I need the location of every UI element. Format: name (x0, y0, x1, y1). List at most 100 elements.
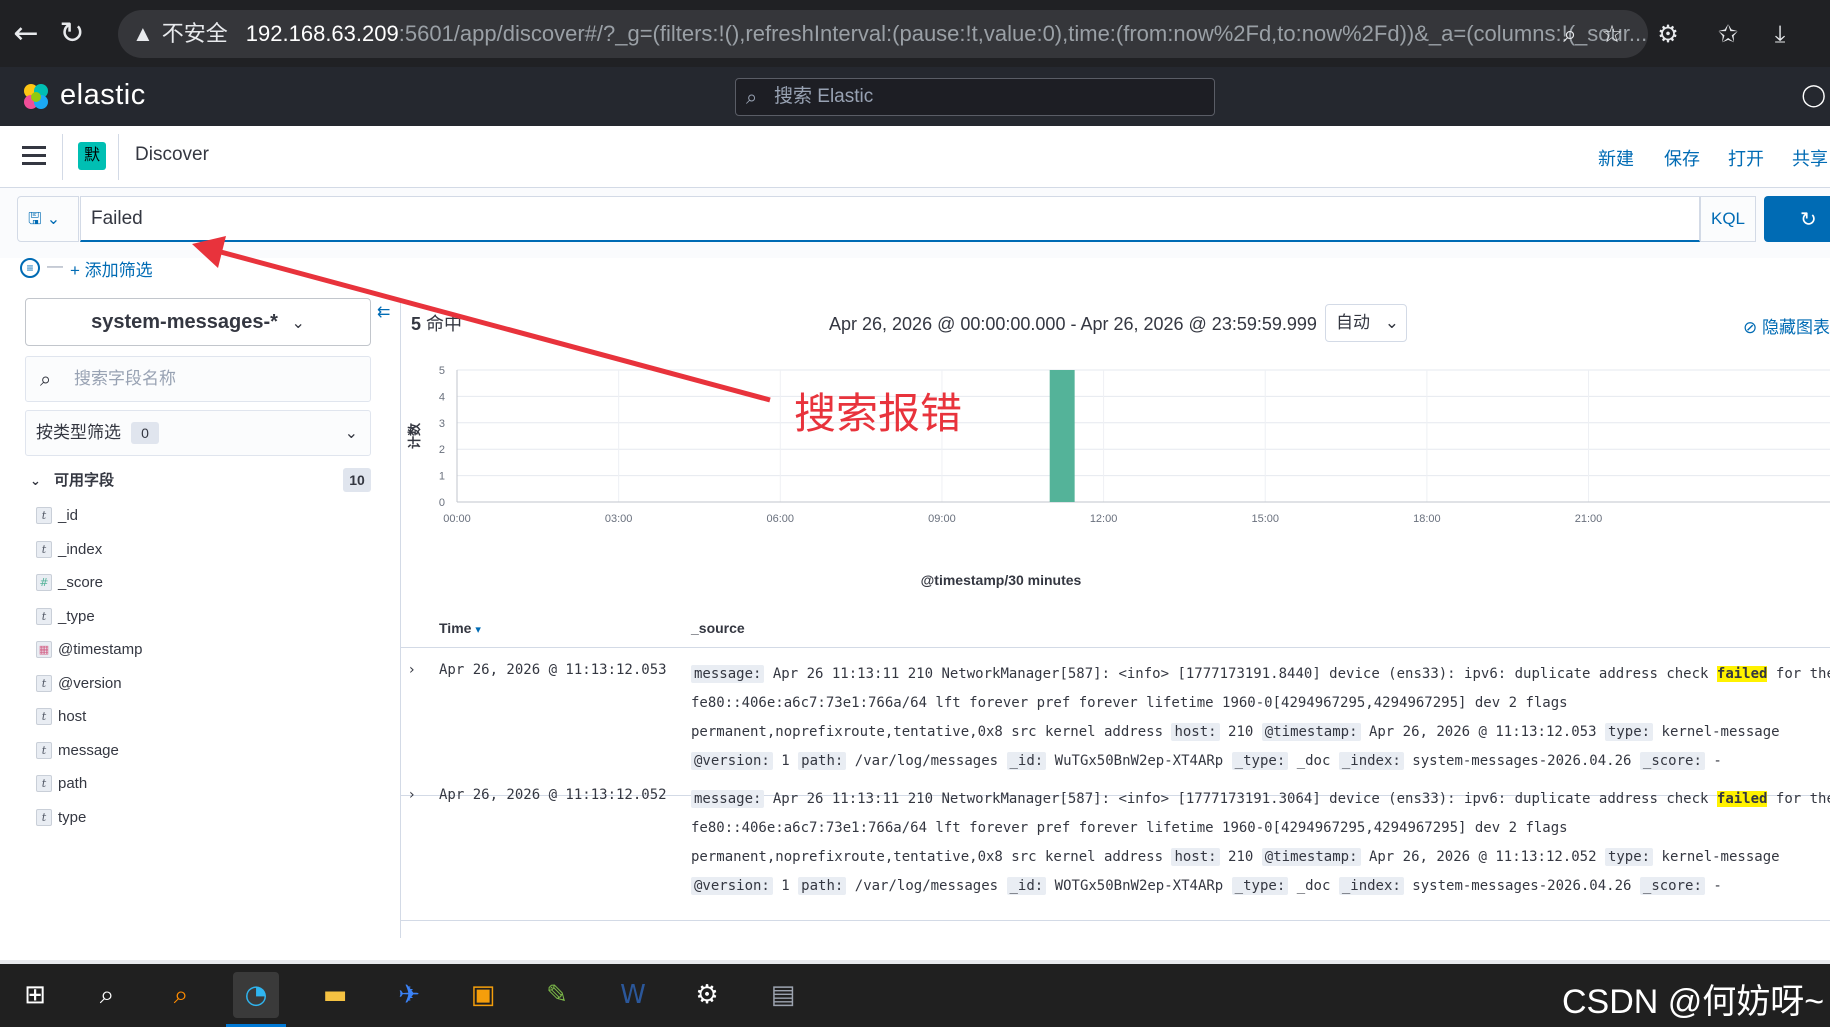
source-key: message: (691, 790, 765, 808)
source-value: Apr 26 11:13:11 210 NetworkManager[587]:… (772, 791, 1717, 807)
menu-hamburger-icon[interactable] (22, 146, 46, 166)
field-item[interactable]: # _score (36, 566, 366, 600)
address-bar[interactable]: ▲ 不安全 192.168.63.209:5601/app/discover#/?_… (118, 10, 1648, 58)
chevron-down-icon: ⌄ (30, 474, 41, 489)
extensions-puzzle-icon[interactable]: ⚙ (1648, 10, 1688, 58)
kql-language-toggle[interactable]: KQL (1700, 196, 1756, 242)
windows-start-icon[interactable]: ⊞ (12, 972, 58, 1018)
elastic-logo-icon[interactable] (20, 81, 52, 113)
word-icon[interactable]: W (610, 972, 656, 1018)
y-axis-label: 计数 (407, 422, 423, 449)
csdn-watermark: CSDN @何妨呀~ (1562, 983, 1825, 1021)
add-filter-button[interactable]: + 添加筛选 (70, 256, 153, 281)
histogram-bar (1049, 370, 1075, 502)
share-button[interactable]: 共享 (1792, 145, 1828, 171)
settings-gear-icon[interactable]: ⚙ (684, 972, 730, 1018)
zoom-icon[interactable]: ⌕ (1550, 10, 1590, 58)
terminal-icon[interactable]: ▤ (760, 972, 806, 1018)
filter-options-icon[interactable]: ≡ (20, 258, 40, 278)
source-value: _doc (1296, 878, 1331, 894)
source-line: message: Apr 26 11:13:11 210 NetworkMana… (691, 660, 1830, 689)
source-value: /var/log/messages (854, 753, 999, 769)
favorites-icon[interactable]: ✩ (1708, 10, 1748, 58)
y-tick-label: 0 (439, 497, 445, 509)
bookmark-star-icon[interactable]: ☆ (1592, 10, 1632, 58)
index-pattern-select[interactable]: system-messages-* ⌄ (25, 298, 371, 346)
hit-count-value: 5 (411, 314, 422, 334)
source-key: host: (1171, 848, 1220, 866)
search-icon: ⌕ (40, 367, 52, 391)
divider (62, 134, 63, 180)
field-name: message (58, 741, 119, 759)
chevron-down-icon: ⌄ (291, 313, 305, 332)
source-key: @timestamp: (1261, 848, 1361, 866)
hide-chart-label: 隐藏图表 (1762, 318, 1830, 337)
x-tick-label: 15:00 (1251, 513, 1279, 525)
field-name: _type (58, 607, 95, 625)
new-button[interactable]: 新建 (1598, 145, 1634, 171)
open-button[interactable]: 打开 (1728, 145, 1764, 171)
global-search-input[interactable]: ⌕ 搜索 Elastic (735, 78, 1215, 116)
source-key: @timestamp: (1261, 723, 1361, 741)
collapse-sidebar-icon[interactable]: ⇇ (377, 302, 390, 321)
refresh-button[interactable]: ↻ (1764, 196, 1830, 242)
screenshot-tool-icon[interactable]: ▣ (460, 972, 506, 1018)
save-button[interactable]: 保存 (1664, 145, 1700, 171)
expand-row-icon[interactable]: › (409, 787, 415, 803)
source-line: fe80::406e:a6c7:73e1:766a/64 lft forever… (691, 695, 1568, 711)
source-key: _score: (1639, 752, 1705, 770)
column-time-header[interactable]: Time ▾ (439, 620, 481, 636)
field-item[interactable]: t type (36, 801, 366, 835)
global-search-placeholder: 搜索 Elastic (774, 86, 874, 107)
everything-search-icon[interactable]: ⌕ (158, 972, 204, 1018)
feishu-icon[interactable]: ✈ (386, 972, 432, 1018)
back-arrow-icon[interactable]: ← (6, 14, 46, 54)
field-item[interactable]: t @version (36, 667, 366, 701)
field-item[interactable]: t _id (36, 499, 366, 533)
expand-row-icon[interactable]: › (409, 662, 415, 678)
field-item[interactable]: t _index (36, 533, 366, 567)
chevron-down-icon: ⌄ (1384, 313, 1399, 333)
help-icon[interactable]: ◯ (1801, 83, 1826, 108)
notepad-icon[interactable]: ✎ (534, 972, 580, 1018)
field-item[interactable]: ▦ @timestamp (36, 633, 366, 667)
type-filter-dropdown[interactable]: 按类型筛选 0 ⌄ (25, 410, 371, 456)
download-icon[interactable]: ⤓ (1760, 10, 1800, 58)
column-source-header: _source (691, 620, 745, 636)
kibana-header: elastic ⌕ 搜索 Elastic ◯ (0, 67, 1830, 126)
field-search-input[interactable]: ⌕ 搜索字段名称 (25, 356, 371, 402)
edge-browser-icon[interactable]: ◔ (233, 972, 279, 1018)
available-fields-toggle[interactable]: ⌄ 可用字段 10 (30, 468, 371, 494)
source-key: path: (798, 752, 847, 770)
file-explorer-icon[interactable]: ▬ (312, 972, 358, 1018)
y-tick-label: 3 (439, 418, 445, 430)
chevron-down-icon: ⌄ (344, 423, 358, 442)
source-key: @version: (691, 752, 773, 770)
interval-select[interactable]: 自动 ⌄ (1325, 304, 1407, 342)
saved-query-icon[interactable]: 🖫 ⌄ (17, 196, 79, 242)
search-icon: ⌕ (746, 85, 758, 109)
y-tick-label: 4 (439, 391, 445, 403)
reload-icon[interactable]: ↻ (52, 14, 92, 54)
chart-x-axis-label: @timestamp/30 minutes (920, 572, 1082, 588)
query-input[interactable]: Failed (80, 196, 1700, 242)
table-row: › Apr 26, 2026 @ 11:13:12.052 message: A… (401, 775, 1830, 921)
hit-count: 5 命中 (411, 310, 462, 336)
hit-count-label: 命中 (426, 314, 463, 334)
field-item[interactable]: t _type (36, 600, 366, 634)
eye-closed-icon: ⊘ (1743, 318, 1758, 338)
field-item[interactable]: t host (36, 700, 366, 734)
field-item[interactable]: t message (36, 734, 366, 768)
field-item[interactable]: t path (36, 767, 366, 801)
doc-table-header: Time ▾ _source (401, 608, 1830, 648)
hide-chart-button[interactable]: ⊘ 隐藏图表 (1743, 313, 1830, 338)
source-value: permanent,noprefixroute,tentative,0x8 sr… (691, 724, 1164, 740)
search-icon[interactable]: ⌕ (84, 972, 130, 1018)
sort-desc-icon[interactable]: ▾ (475, 623, 481, 636)
space-avatar[interactable]: 默 (78, 142, 106, 170)
results-panel: 5 命中 Apr 26, 2026 @ 00:00:00.000 - Apr 2… (400, 298, 1830, 938)
field-search-placeholder: 搜索字段名称 (74, 369, 176, 388)
x-tick-label: 18:00 (1413, 513, 1441, 525)
field-type-icon: t (36, 507, 52, 525)
source-key: type: (1604, 723, 1654, 741)
